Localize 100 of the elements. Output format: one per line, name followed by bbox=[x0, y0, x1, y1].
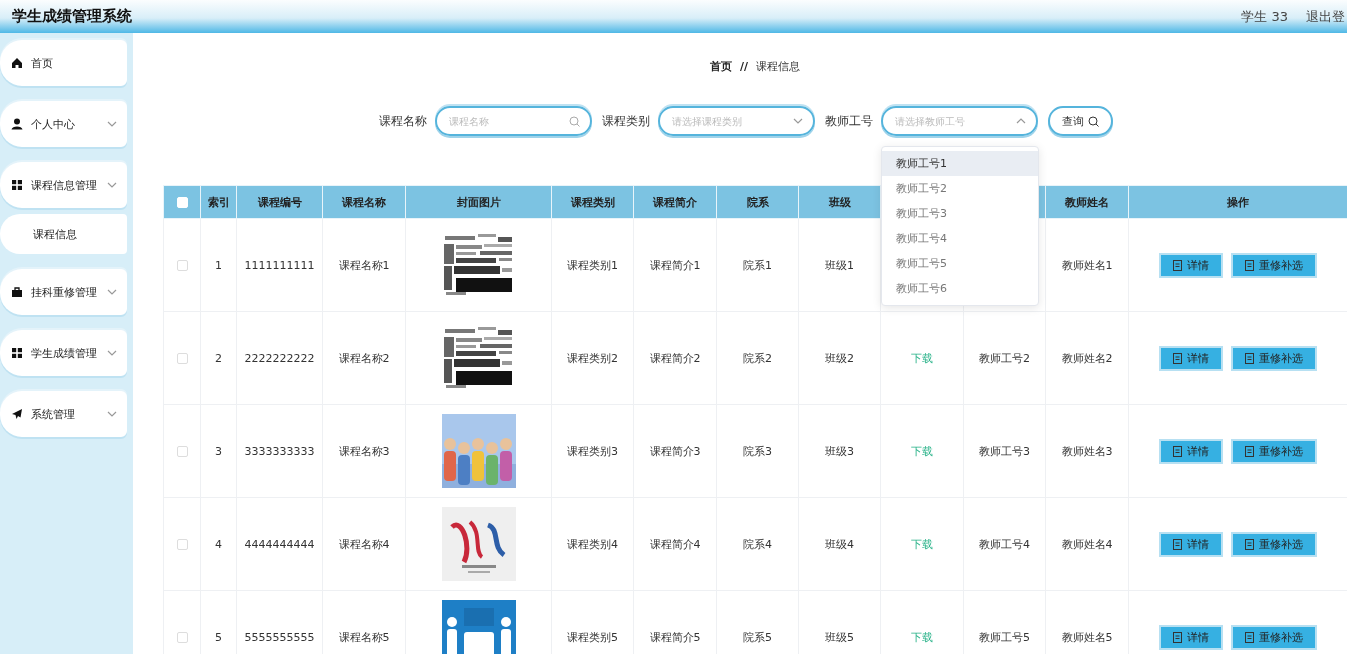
breadcrumb-item: 课程信息 bbox=[756, 58, 800, 74]
dropdown-option[interactable]: 教师工号1 bbox=[882, 151, 1038, 176]
row-checkbox[interactable] bbox=[176, 446, 188, 457]
details-button[interactable]: 详情 bbox=[1159, 531, 1223, 557]
dropdown-option[interactable]: 教师工号6 bbox=[882, 276, 1038, 301]
table-cell: 班级5 bbox=[825, 630, 854, 644]
submenu-item[interactable]: 课程信息 bbox=[0, 214, 127, 254]
query-button[interactable]: 查询 bbox=[1048, 106, 1113, 136]
column-header: 课程简介 bbox=[653, 195, 697, 209]
table-cell: 班级3 bbox=[825, 444, 854, 458]
table-cell: 课程简介1 bbox=[649, 258, 701, 272]
row-checkbox[interactable] bbox=[176, 260, 188, 271]
input-field[interactable]: 请选择教师工号 bbox=[893, 114, 1012, 128]
table-cell: 院系3 bbox=[743, 444, 772, 458]
sidebar-item[interactable]: 个人中心 bbox=[0, 101, 127, 147]
table-cell: 教师工号4 bbox=[979, 537, 1030, 551]
document-icon bbox=[1173, 352, 1182, 364]
table-cell: 1 bbox=[215, 258, 222, 272]
table-cell: 院系5 bbox=[743, 630, 772, 644]
row-checkbox[interactable] bbox=[176, 632, 188, 643]
table-cell: 院系2 bbox=[743, 351, 772, 365]
grid-icon bbox=[11, 179, 23, 191]
document-icon bbox=[1173, 538, 1182, 550]
retake-button[interactable]: 重修补选 bbox=[1231, 531, 1317, 557]
document-icon bbox=[1245, 352, 1254, 364]
table-cell: 课程简介2 bbox=[649, 351, 701, 365]
dropdown-option[interactable]: 教师工号4 bbox=[882, 226, 1038, 251]
table-cell: 教师姓名2 bbox=[1061, 351, 1113, 365]
chevron-down-icon bbox=[793, 117, 803, 125]
table-cell: 4 bbox=[215, 537, 222, 551]
briefcase-icon bbox=[11, 286, 23, 298]
home-icon bbox=[11, 57, 23, 69]
table-cell: 班级1 bbox=[825, 258, 854, 272]
input-field[interactable]: 课程名称 bbox=[447, 114, 565, 128]
details-button[interactable]: 详情 bbox=[1159, 252, 1223, 278]
chevron-down-icon bbox=[107, 120, 117, 128]
retake-button[interactable]: 重修补选 bbox=[1231, 438, 1317, 464]
table-cell: 4444444444 bbox=[244, 537, 315, 551]
table-cell: 教师姓名4 bbox=[1061, 537, 1113, 551]
details-button[interactable]: 详情 bbox=[1159, 345, 1223, 371]
app-title: 学生成绩管理系统 bbox=[12, 7, 132, 26]
table-cell: 5555555555 bbox=[244, 630, 315, 644]
sidebar-item[interactable]: 挂科重修管理 bbox=[0, 269, 127, 315]
sidebar-item[interactable]: 课程信息管理 bbox=[0, 162, 127, 208]
document-icon bbox=[1173, 631, 1182, 643]
table-cell: 教师姓名5 bbox=[1061, 630, 1113, 644]
retake-button[interactable]: 重修补选 bbox=[1231, 624, 1317, 650]
paper-plane-icon bbox=[11, 408, 23, 420]
details-button[interactable]: 详情 bbox=[1159, 438, 1223, 464]
column-header: 课程名称 bbox=[342, 195, 386, 209]
search-field[interactable]: 课程名称 bbox=[435, 106, 592, 136]
document-icon bbox=[1245, 445, 1254, 457]
column-header: 索引 bbox=[207, 195, 230, 209]
table-cell: 1111111111 bbox=[244, 258, 315, 272]
retake-button[interactable]: 重修补选 bbox=[1231, 345, 1317, 371]
field-label: 课程名称 bbox=[379, 112, 427, 130]
table-cell: 课程简介4 bbox=[649, 537, 701, 551]
sidebar-item[interactable]: 学生成绩管理 bbox=[0, 330, 127, 376]
table-cell: 3333333333 bbox=[244, 444, 315, 458]
table-cell: 2222222222 bbox=[244, 351, 315, 365]
document-icon bbox=[1245, 631, 1254, 643]
dropdown-option[interactable]: 教师工号5 bbox=[882, 251, 1038, 276]
chevron-up-icon bbox=[1016, 117, 1026, 125]
table-cell: 课程名称5 bbox=[338, 630, 390, 644]
table-cell: 课程类别4 bbox=[567, 537, 618, 551]
table-cell: 教师工号3 bbox=[979, 444, 1030, 458]
table-cell: 教师工号2 bbox=[979, 351, 1030, 365]
chevron-down-icon bbox=[107, 349, 117, 357]
document-icon bbox=[1245, 538, 1254, 550]
details-button[interactable]: 详情 bbox=[1159, 624, 1223, 650]
sidebar-item[interactable]: 系统管理 bbox=[0, 391, 127, 437]
select-all-checkbox[interactable] bbox=[176, 197, 188, 208]
retake-button[interactable]: 重修补选 bbox=[1231, 252, 1317, 278]
logout-link[interactable]: 退出登 bbox=[1306, 7, 1345, 26]
table-cell: 课程简介3 bbox=[649, 444, 701, 458]
table-cell: 课程类别2 bbox=[567, 351, 618, 365]
table-cell: 教师工号5 bbox=[979, 630, 1030, 644]
table-cell: 班级4 bbox=[825, 537, 854, 551]
table-cell: 课程类别5 bbox=[567, 630, 618, 644]
table-cell: 5 bbox=[215, 630, 222, 644]
field-label: 教师工号 bbox=[825, 112, 873, 130]
table-cell: 课程名称4 bbox=[338, 537, 390, 551]
dropdown-option[interactable]: 教师工号3 bbox=[882, 201, 1038, 226]
table-cell: 教师姓名1 bbox=[1061, 258, 1113, 272]
table-cell: 课程类别3 bbox=[567, 444, 618, 458]
row-checkbox[interactable] bbox=[176, 353, 188, 364]
sidebar-item[interactable]: 首页 bbox=[0, 40, 127, 86]
column-header: 操作 bbox=[1227, 195, 1249, 209]
table-cell: 课程名称2 bbox=[338, 351, 390, 365]
table-cell: 课程名称1 bbox=[338, 258, 390, 272]
table-cell: 班级2 bbox=[825, 351, 854, 365]
table-cell: 课程类别1 bbox=[567, 258, 618, 272]
dropdown-option[interactable]: 教师工号2 bbox=[882, 176, 1038, 201]
field-label: 课程类别 bbox=[602, 112, 650, 130]
row-checkbox[interactable] bbox=[176, 539, 188, 550]
user-name: 学生 33 bbox=[1241, 7, 1288, 26]
search-icon bbox=[1088, 115, 1099, 127]
table-cell: 院系4 bbox=[743, 537, 772, 551]
breadcrumb-item[interactable]: 首页 bbox=[709, 58, 732, 74]
chevron-down-icon bbox=[107, 410, 117, 418]
